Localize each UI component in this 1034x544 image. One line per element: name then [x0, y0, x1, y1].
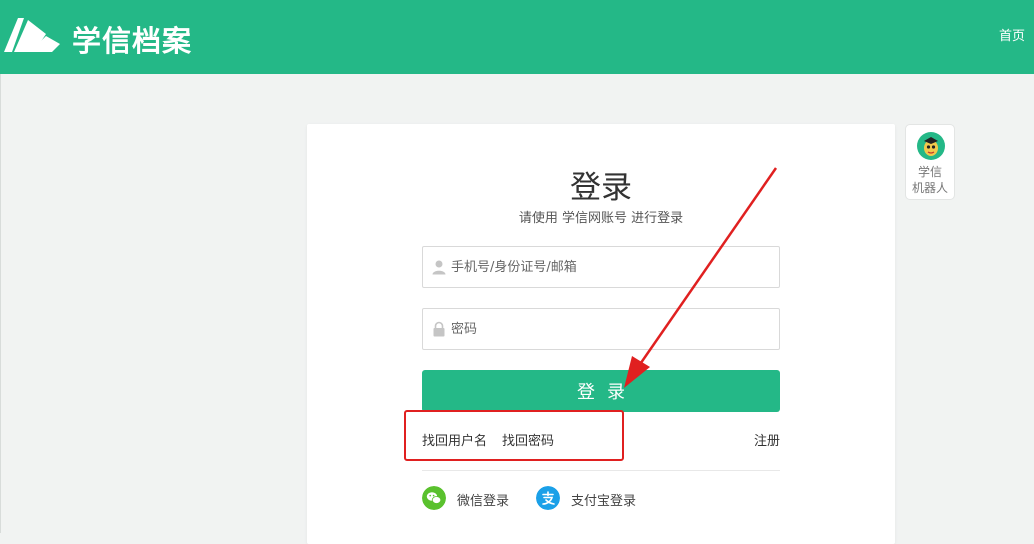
username-input[interactable]: [451, 247, 771, 287]
top-header: 学信档案 首页: [0, 0, 1034, 74]
alipay-login-link[interactable]: 支付宝登录: [536, 486, 646, 510]
lock-icon: [433, 321, 445, 337]
robot-label-line2: 机器人: [911, 181, 948, 195]
login-subtitle: 请使用 学信网账号 进行登录: [518, 211, 684, 226]
wechat-icon: [422, 486, 446, 510]
login-card: 登录 请使用 学信网账号 进行登录 登录 找回用户名 找回密码 注册 微信登录: [307, 124, 895, 544]
robot-avatar-icon: [917, 132, 945, 160]
password-input[interactable]: [451, 309, 771, 349]
find-password-link[interactable]: 找回密码: [502, 430, 554, 449]
wechat-login-label: 微信登录: [457, 494, 510, 509]
nav-home-link[interactable]: 首页: [999, 25, 1025, 44]
password-field[interactable]: [422, 308, 780, 350]
robot-label: 学信 机器人: [906, 164, 954, 196]
robot-label-line1: 学信: [917, 165, 942, 179]
username-field[interactable]: [422, 246, 780, 288]
alipay-icon: [536, 486, 560, 510]
page-edge-divider: [0, 74, 1, 533]
logo-icon[interactable]: [0, 14, 64, 54]
login-title: 登录: [570, 170, 632, 206]
wechat-login-link[interactable]: 微信登录: [422, 486, 522, 510]
register-link[interactable]: 注册: [754, 430, 780, 449]
user-icon: [432, 260, 446, 275]
find-username-link[interactable]: 找回用户名: [422, 430, 487, 449]
divider: [422, 470, 780, 471]
alipay-login-label: 支付宝登录: [571, 494, 637, 509]
account-links: 找回用户名 找回密码 注册: [422, 430, 780, 449]
robot-assistant-widget[interactable]: 学信 机器人: [905, 124, 955, 200]
login-button[interactable]: 登录: [422, 370, 780, 412]
logo-text[interactable]: 学信档案: [72, 18, 192, 60]
